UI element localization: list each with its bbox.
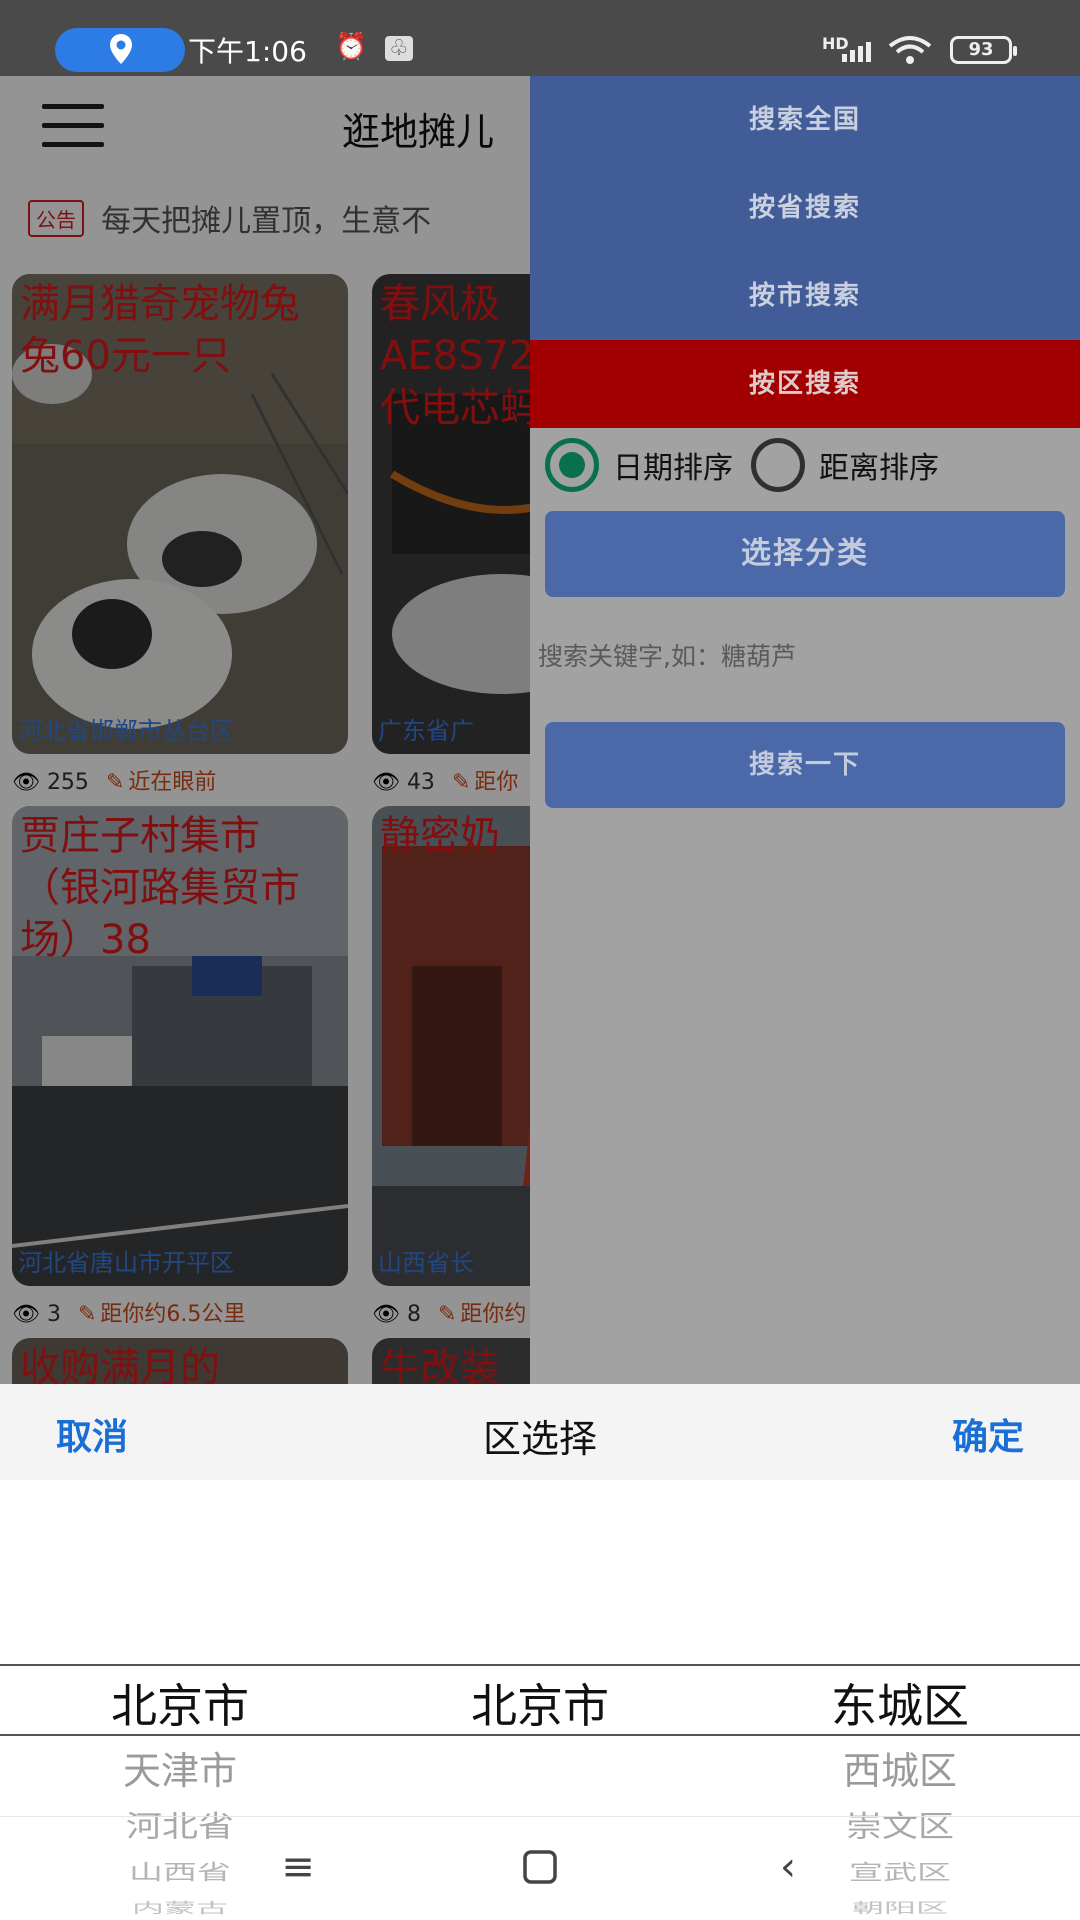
city-option-selected[interactable]: 北京市 <box>360 1670 720 1736</box>
wifi-icon <box>888 36 932 64</box>
location-pin-icon <box>110 34 132 64</box>
picker-confirm-button[interactable]: 确定 <box>952 1408 1024 1460</box>
sort-by-date-label[interactable]: 日期排序 <box>613 443 733 487</box>
search-by-province-button[interactable]: 按省搜索 <box>530 164 1080 252</box>
select-category-button[interactable]: 选择分类 <box>545 511 1065 597</box>
search-by-district-button[interactable]: 按区搜索 <box>530 340 1080 428</box>
status-bar: 下午1:06 ⏰ ♧ HD 93 <box>0 0 1080 76</box>
system-navigation-bar: ≡ ‹ <box>0 1816 1080 1920</box>
menu-icon[interactable]: ≡ <box>268 1837 328 1897</box>
search-by-city-button[interactable]: 按市搜索 <box>530 252 1080 340</box>
status-time: 下午1:06 <box>188 35 307 68</box>
province-option[interactable]: 天津市 <box>0 1740 360 1795</box>
sort-by-date-radio[interactable] <box>545 438 599 492</box>
alarm-icon: ⏰ <box>335 32 368 62</box>
district-option[interactable]: 西城区 <box>720 1740 1080 1795</box>
sort-by-distance-radio[interactable] <box>751 438 805 492</box>
district-option-selected[interactable]: 东城区 <box>720 1670 1080 1736</box>
sort-radio-group: 日期排序 距离排序 <box>545 438 957 494</box>
sort-by-distance-label[interactable]: 距离排序 <box>819 443 939 487</box>
search-drawer: 搜索全国 按省搜索 按市搜索 按区搜索 日期排序 距离排序 选择分类 搜索一下 <box>530 76 1080 1386</box>
home-square-icon[interactable] <box>510 1837 570 1897</box>
province-option-selected[interactable]: 北京市 <box>0 1670 360 1736</box>
search-nationwide-button[interactable]: 搜索全国 <box>530 76 1080 164</box>
cell-signal-icon <box>842 42 871 62</box>
search-submit-button[interactable]: 搜索一下 <box>545 722 1065 808</box>
keyword-search-input[interactable] <box>538 632 1068 680</box>
picker-cancel-button[interactable]: 取消 <box>56 1408 128 1460</box>
app-notification-icon: ♧ <box>385 36 413 61</box>
battery-indicator: 93 <box>950 36 1017 64</box>
picker-header: 区选择 取消 确定 <box>0 1384 1080 1480</box>
back-chevron-icon[interactable]: ‹ <box>758 1837 818 1897</box>
location-indicator-pill[interactable] <box>55 28 185 72</box>
picker-title: 区选择 <box>482 1417 597 1461</box>
